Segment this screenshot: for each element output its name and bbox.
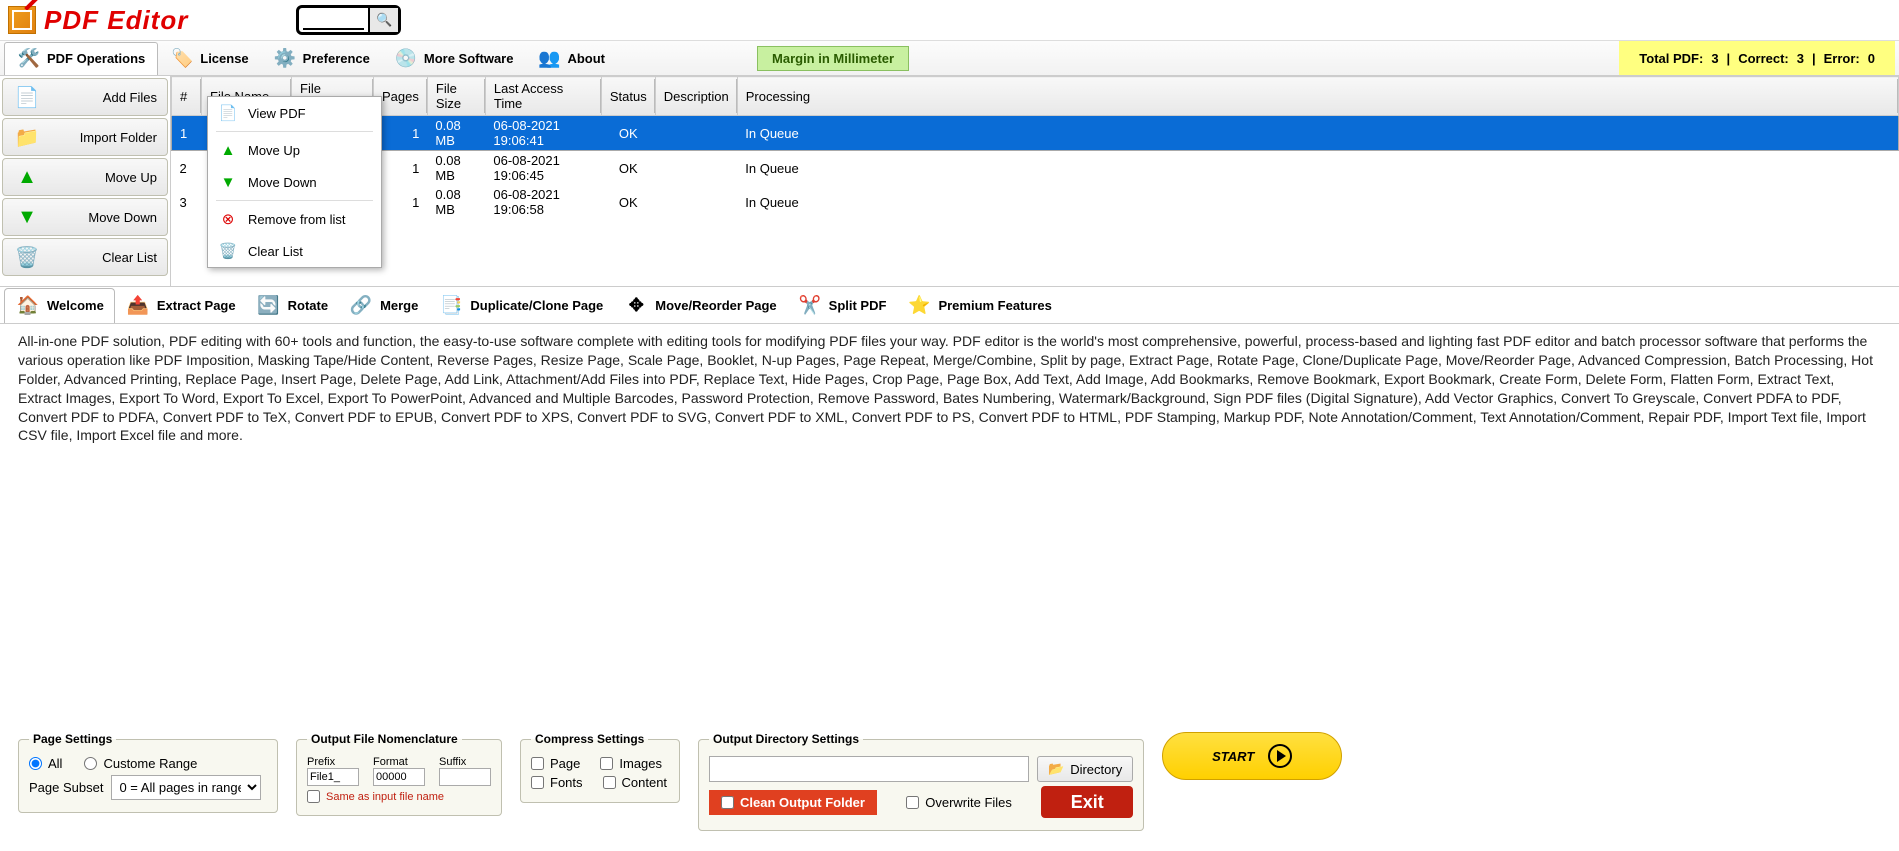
chk-images[interactable]: Images	[600, 756, 662, 771]
app-logo-icon	[8, 6, 36, 34]
menu-pdf-operations[interactable]: 🛠️ PDF Operations	[4, 42, 158, 75]
suffix-input[interactable]	[439, 768, 491, 786]
arrow-up-icon: ▲	[218, 140, 238, 160]
menu-about[interactable]: 👥 About	[525, 42, 617, 74]
search-button[interactable]: 🔍	[368, 8, 398, 32]
output-dir-input[interactable]	[709, 756, 1029, 782]
folder-up-icon: 📂	[1048, 761, 1064, 777]
clear-icon: 🗑️	[13, 243, 41, 271]
menu-license[interactable]: 🏷️ License	[158, 42, 260, 74]
exit-button[interactable]: Exit	[1041, 786, 1133, 818]
margin-indicator: Margin in Millimeter	[757, 46, 909, 71]
tab-merge[interactable]: 🔗Merge	[338, 288, 428, 322]
col-filesize[interactable]: File Size	[427, 77, 485, 116]
tools-icon: 🛠️	[17, 47, 41, 71]
view-icon: 📄	[218, 103, 238, 123]
about-icon: 👥	[537, 46, 561, 70]
start-button[interactable]: START	[1162, 732, 1342, 780]
tab-split[interactable]: ✂️Split PDF	[787, 288, 897, 322]
gear-icon: ⚙️	[273, 46, 297, 70]
folder-icon: 📁	[13, 123, 41, 151]
tab-welcome[interactable]: 🏠Welcome	[4, 288, 115, 323]
col-description[interactable]: Description	[655, 77, 737, 116]
table-row[interactable]: 210.08 MB06-08-2021 19:06:45OKIn Queue	[172, 151, 1899, 186]
same-as-input-checkbox[interactable]: Same as input file name	[307, 790, 444, 803]
ctx-view-pdf[interactable]: 📄View PDF	[208, 97, 381, 129]
move-up-button[interactable]: ▲Move Up	[2, 158, 168, 196]
menu-preference[interactable]: ⚙️ Preference	[261, 42, 382, 74]
page-subset-select[interactable]: 0 = All pages in range	[111, 775, 261, 800]
welcome-icon: 🏠	[15, 293, 41, 319]
chk-content[interactable]: Content	[603, 775, 668, 790]
overwrite-checkbox[interactable]: Overwrite Files	[906, 795, 1012, 810]
tab-duplicate[interactable]: 📑Duplicate/Clone Page	[428, 288, 613, 322]
tab-extract[interactable]: 📤Extract Page	[115, 288, 246, 322]
file-grid[interactable]: # File Name File Password Pages File Siz…	[171, 76, 1899, 219]
ctx-move-up[interactable]: ▲Move Up	[208, 134, 381, 166]
clean-output-button[interactable]: Clean Output Folder	[709, 790, 877, 815]
tab-move[interactable]: ✥Move/Reorder Page	[613, 288, 786, 322]
move-icon: ✥	[623, 292, 649, 318]
col-lastaccess[interactable]: Last Access Time	[485, 77, 601, 116]
table-row[interactable]: 310.08 MB06-08-2021 19:06:58OKIn Queue	[172, 185, 1899, 219]
chk-fonts[interactable]: Fonts	[531, 775, 583, 790]
ctx-move-down[interactable]: ▼Move Down	[208, 166, 381, 198]
tab-rotate[interactable]: 🔄Rotate	[246, 288, 338, 322]
premium-icon: ⭐	[906, 292, 932, 318]
col-status[interactable]: Status	[601, 77, 655, 116]
import-folder-button[interactable]: 📁Import Folder	[2, 118, 168, 156]
chk-page[interactable]: Page	[531, 756, 580, 771]
add-files-button[interactable]: 📄Add Files	[2, 78, 168, 116]
nomenclature-group: Output File Nomenclature Prefix Format S…	[296, 732, 502, 816]
duplicate-icon: 📑	[438, 292, 464, 318]
ctx-clear[interactable]: 🗑️Clear List	[208, 235, 381, 267]
arrow-up-icon: ▲	[13, 163, 41, 191]
arrow-down-icon: ▼	[218, 172, 238, 192]
search-input[interactable]	[303, 10, 364, 30]
output-dir-group: Output Directory Settings 📂Directory Cle…	[698, 732, 1144, 831]
remove-icon: ⊗	[218, 209, 238, 229]
context-menu: 📄View PDF ▲Move Up ▼Move Down ⊗Remove fr…	[207, 96, 382, 268]
play-icon	[1268, 744, 1292, 768]
directory-button[interactable]: 📂Directory	[1037, 756, 1133, 782]
table-row[interactable]: 110.08 MB06-08-2021 19:06:41OKIn Queue	[172, 116, 1899, 151]
rotate-icon: 🔄	[256, 292, 282, 318]
search-icon: 🔍	[376, 12, 392, 28]
radio-custom-range[interactable]: Custome Range	[84, 756, 197, 771]
prefix-input[interactable]	[307, 768, 359, 786]
ctx-remove[interactable]: ⊗Remove from list	[208, 203, 381, 235]
extract-icon: 📤	[125, 292, 151, 318]
merge-icon: 🔗	[348, 292, 374, 318]
radio-all[interactable]: All	[29, 756, 62, 771]
arrow-down-icon: ▼	[13, 203, 41, 231]
menu-more-software[interactable]: 💿 More Software	[382, 42, 526, 74]
col-num[interactable]: #	[172, 77, 202, 116]
clear-list-button[interactable]: 🗑️Clear List	[2, 238, 168, 276]
app-title: PDF Editor	[44, 5, 188, 36]
status-summary: Total PDF:3| Correct:3| Error:0	[1619, 41, 1895, 75]
split-icon: ✂️	[797, 292, 823, 318]
add-file-icon: 📄	[13, 83, 41, 111]
welcome-description: All-in-one PDF solution, PDF editing wit…	[0, 324, 1899, 453]
compress-group: Compress Settings Page Images Fonts Cont…	[520, 732, 680, 803]
format-input[interactable]	[373, 768, 425, 786]
search-box: 🔍	[296, 5, 401, 35]
license-icon: 🏷️	[170, 46, 194, 70]
software-icon: 💿	[394, 46, 418, 70]
clear-icon: 🗑️	[218, 241, 238, 261]
move-down-button[interactable]: ▼Move Down	[2, 198, 168, 236]
col-processing[interactable]: Processing	[737, 77, 1898, 116]
tab-premium[interactable]: ⭐Premium Features	[896, 288, 1061, 322]
page-settings-group: Page Settings All Custome Range Page Sub…	[18, 732, 278, 813]
